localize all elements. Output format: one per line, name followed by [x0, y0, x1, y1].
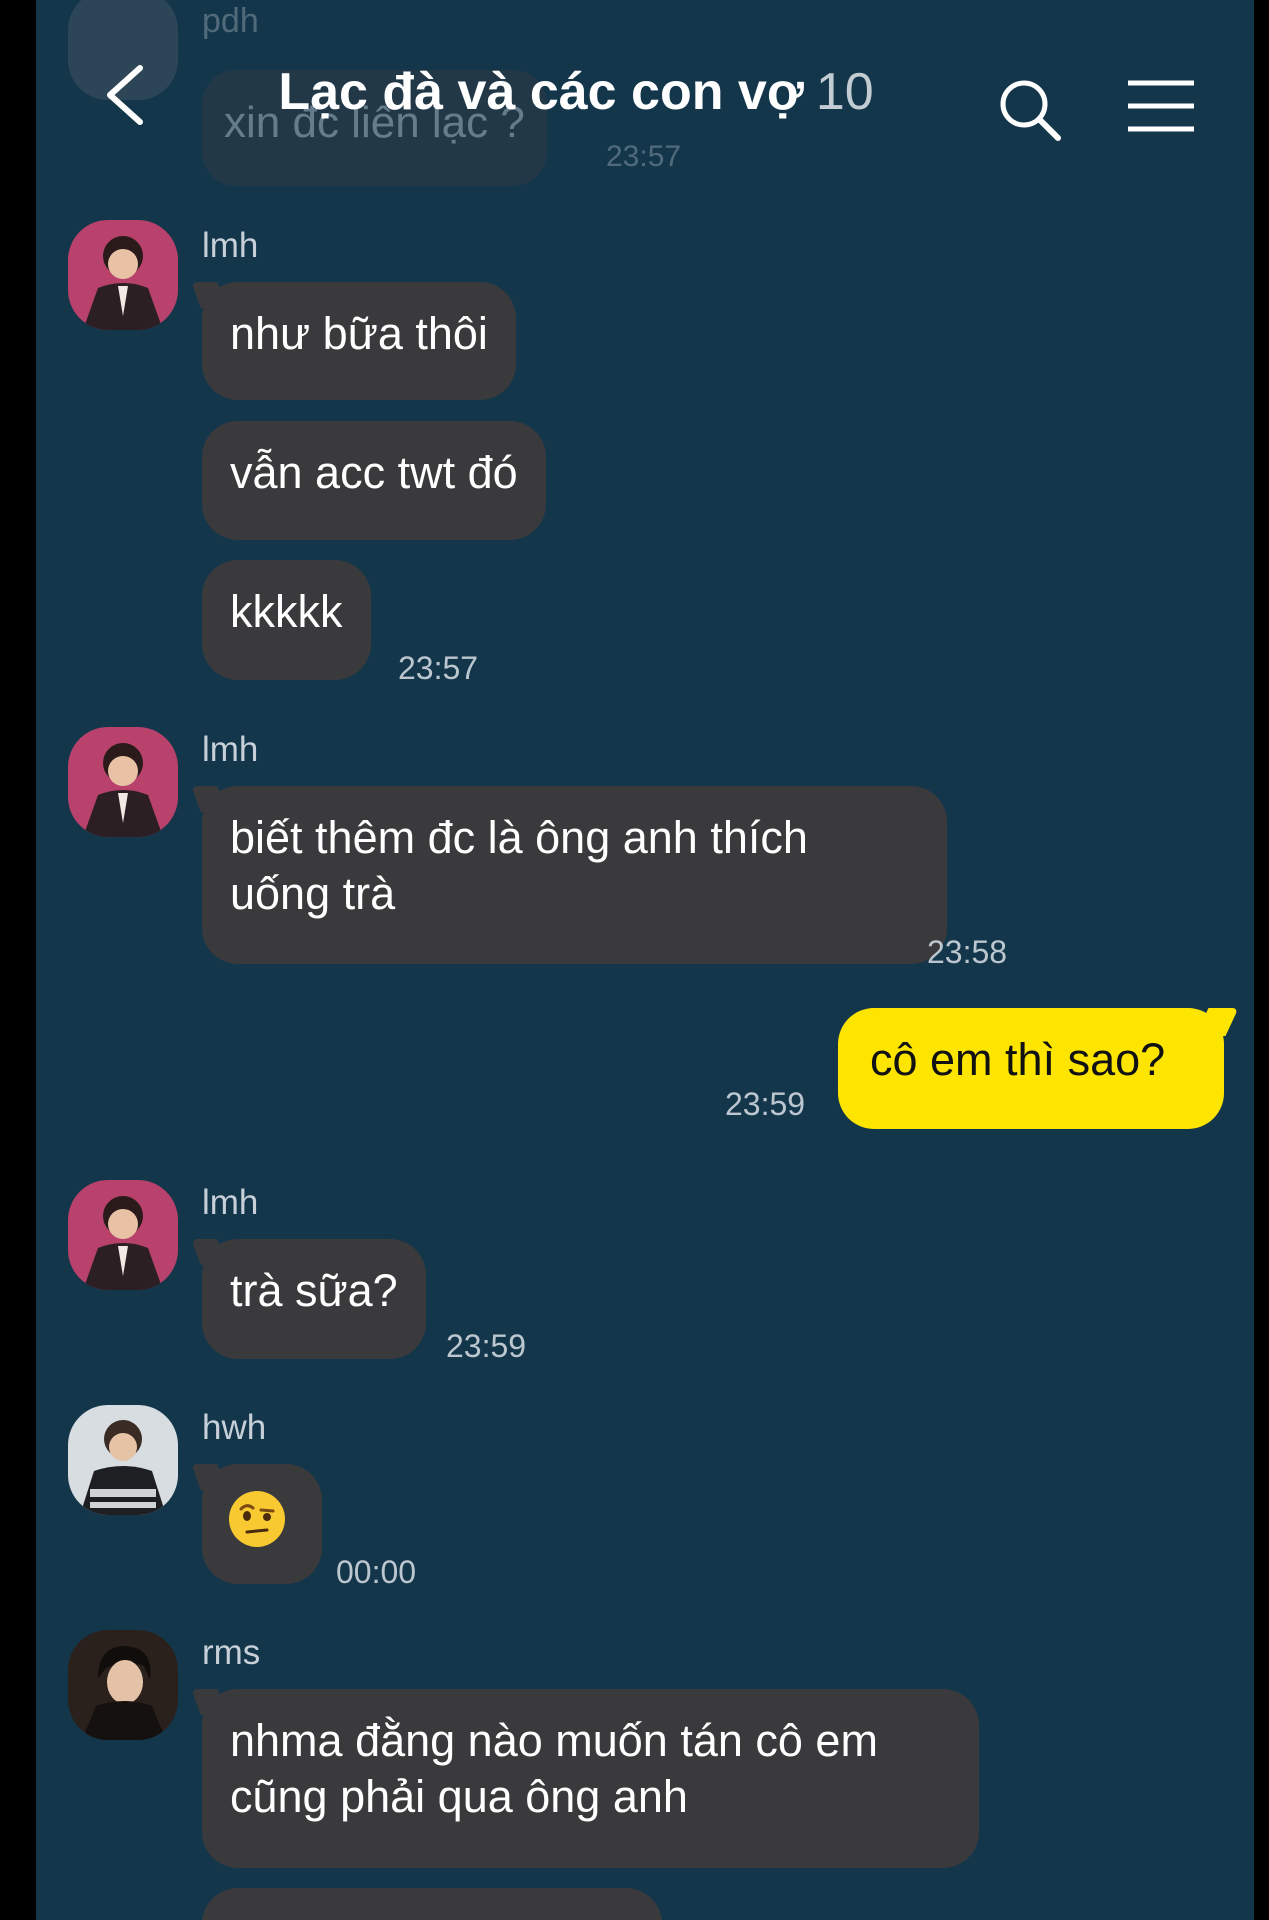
search-button[interactable] [996, 76, 1066, 146]
message-bubble[interactable]: trà sữa? [202, 1239, 426, 1359]
chat-title: Lạc đà và các con vợ 10 [196, 62, 956, 122]
sender-name: lmh [202, 226, 259, 265]
avatar-lmh[interactable] [68, 727, 178, 837]
message-bubble[interactable]: kkkkk [202, 560, 371, 680]
sender-name: hwh [202, 1408, 267, 1447]
back-button[interactable] [92, 60, 162, 130]
member-count: 10 [815, 63, 874, 121]
my-message-bubble[interactable]: cô em thì sao? [838, 1008, 1224, 1129]
chat-screen[interactable]: pdh xin đc liên lạc ? 23:57 Lạc đà và cá… [36, 0, 1254, 1920]
chat-header: Lạc đà và các con vợ 10 [36, 0, 1254, 160]
search-icon [1000, 80, 1061, 141]
message-bubble-partial[interactable] [202, 1888, 662, 1920]
message-time: 00:00 [336, 1554, 417, 1590]
message-time: 23:57 [398, 650, 479, 686]
profile-photo-icon [68, 1630, 178, 1740]
message-bubble[interactable]: biết thêm đc là ông anh thích uống trà [202, 786, 947, 964]
sender-name: lmh [202, 1183, 259, 1222]
avatar-lmh[interactable] [68, 220, 178, 330]
profile-photo-icon [68, 1180, 178, 1290]
chevron-left-icon [107, 65, 143, 125]
avatar-lmh[interactable] [68, 1180, 178, 1290]
message-bubble[interactable]: vẫn acc twt đó [202, 421, 546, 540]
message-time: 23:59 [446, 1328, 527, 1364]
group-name: Lạc đà và các con vợ [278, 63, 804, 121]
sender-name: rms [202, 1633, 261, 1672]
sender-name: lmh [202, 730, 259, 769]
hamburger-menu-icon [1128, 80, 1194, 132]
message-bubble[interactable]: như bữa thôi [202, 282, 516, 400]
profile-photo-icon [68, 1405, 178, 1515]
face-with-raised-eyebrow-icon [229, 1491, 285, 1547]
message-time: 23:59 [725, 1086, 806, 1122]
profile-photo-icon [68, 727, 178, 837]
avatar-rms[interactable] [68, 1630, 178, 1740]
message-bubble[interactable]: nhma đằng nào muốn tán cô em cũng phải q… [202, 1689, 979, 1868]
emoji-message-bubble[interactable] [202, 1464, 322, 1584]
avatar-hwh[interactable] [68, 1405, 178, 1515]
profile-photo-icon [68, 220, 178, 330]
menu-button[interactable] [1126, 78, 1196, 134]
message-time: 23:58 [927, 934, 1008, 970]
